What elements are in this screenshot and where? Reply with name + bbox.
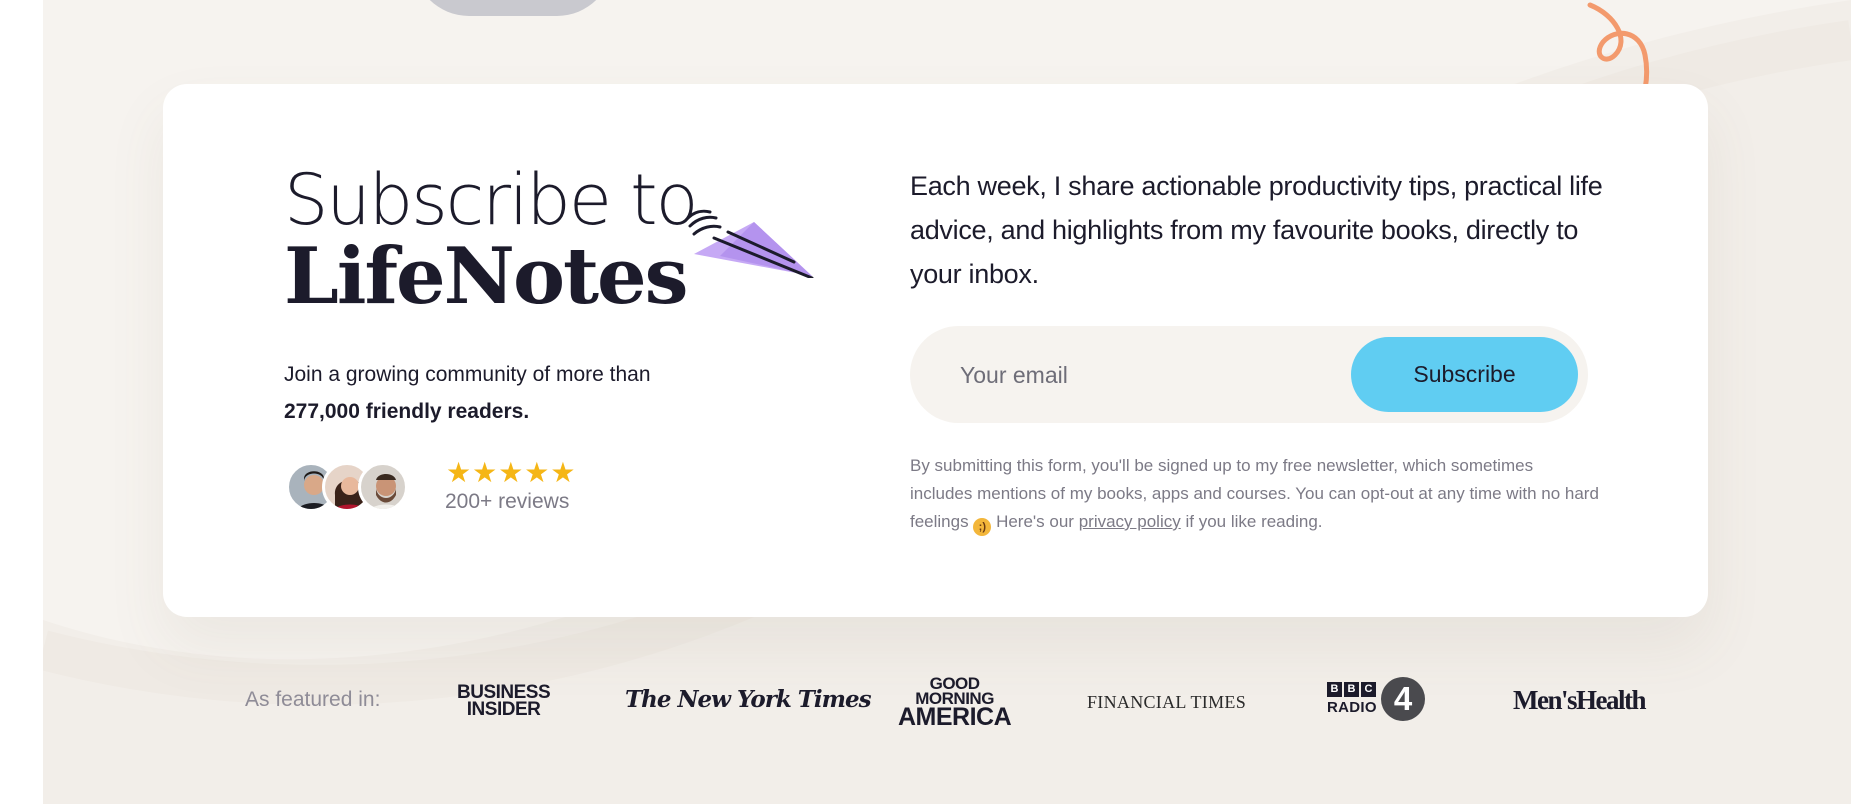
bbc-box: B	[1344, 682, 1359, 697]
title-subscribe-to: Subscribe to	[284, 159, 698, 241]
legal-text: By submitting this form, you'll be signe…	[910, 452, 1600, 536]
email-input[interactable]	[960, 352, 1320, 398]
subscribe-button[interactable]: Subscribe	[1351, 337, 1578, 412]
legal-part3: if you like reading.	[1185, 512, 1323, 531]
financial-times-logo: FINANCIAL TIMES	[1087, 692, 1247, 712]
mens-health-logo: Men'sHealth	[1513, 685, 1647, 715]
page: Subscribe to LifeNotes Join a growing co…	[0, 0, 1851, 804]
newsletter-description: Each week, I share actionable productivi…	[910, 171, 1603, 289]
privacy-policy-link[interactable]: privacy policy	[1079, 512, 1181, 531]
community-lead: Join a growing community of more than	[284, 363, 651, 386]
bbc-radio-4-logo: B B C RADIO 4	[1327, 677, 1431, 723]
community-count: 277,000 friendly readers.	[284, 400, 530, 423]
business-insider-logo: BUSINESS INSIDER	[457, 683, 551, 720]
bbc-box: B	[1327, 682, 1342, 697]
signup-form: Subscribe	[910, 326, 1588, 423]
featured-label: As featured in:	[245, 688, 381, 711]
gma-line3: AMERICA	[898, 703, 1012, 731]
title-lifenotes: LifeNotes	[284, 231, 689, 322]
rating-stars: ★★★★★	[446, 457, 577, 488]
bbc-radio-text: RADIO	[1327, 699, 1377, 716]
community-text: Join a growing community of more than 27…	[284, 356, 744, 430]
paper-plane-icon	[686, 209, 814, 278]
bbc-four-badge: 4	[1381, 677, 1425, 721]
nyt-logo: The New York Times	[625, 686, 872, 713]
wink-face-icon: ;)	[973, 518, 992, 536]
reviews-count: 200+ reviews	[445, 490, 570, 513]
legal-part2: Here's our	[996, 512, 1074, 531]
bbc-boxes: B B C	[1327, 682, 1376, 697]
bbc-box: C	[1361, 682, 1376, 697]
good-morning-america-logo: GOOD MORNING AMERICA	[898, 675, 1012, 731]
avatar	[358, 462, 408, 512]
business-insider-line2: INSIDER	[466, 699, 541, 720]
reader-avatars	[286, 462, 416, 514]
